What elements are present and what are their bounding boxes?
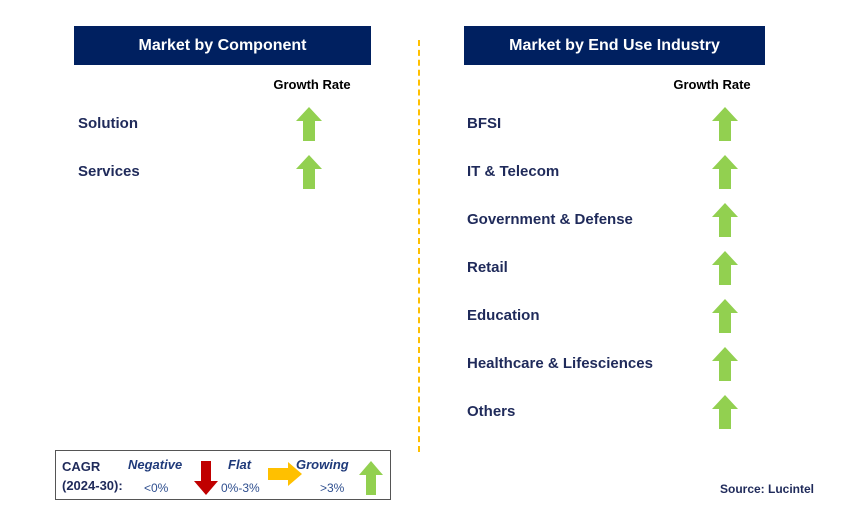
row-label: Services [78,163,140,180]
divider [418,40,420,452]
row-label: BFSI [467,115,502,132]
legend-growing-range: >3% [320,481,345,495]
legend-growing: Growing [296,457,349,472]
growth-up-arrow-icon [712,299,738,333]
row-label: Healthcare & Lifesciences [467,355,653,372]
legend-flat-range: 0%-3% [221,481,260,495]
row-label: Solution [78,115,138,132]
legend-period: (2024-30): [62,478,123,493]
growth-up-arrow-icon [712,347,738,381]
growth-up-arrow-icon [296,155,322,189]
row-label: Others [467,403,516,420]
row-label: Education [467,307,540,324]
legend-negative: Negative [128,457,183,472]
legend-negative-range: <0% [144,481,169,495]
source: Source: Lucintel [720,482,815,496]
down-arrow-icon [194,461,218,495]
up-arrow-icon [359,461,383,495]
row-label: Government & Defense [467,211,633,228]
row-label: Retail [467,259,508,276]
component-header: Market by Component [74,26,371,65]
legend-cagr: CAGR [62,459,101,474]
growth-rate-label: Growth Rate [273,77,351,92]
growth-rate-label: Growth Rate [673,77,751,92]
cagr-legend: CAGR (2024-30): Negative <0% Flat 0%-3% … [55,450,391,500]
growth-up-arrow-icon [712,395,738,429]
growth-up-arrow-icon [296,107,322,141]
growth-up-arrow-icon [712,155,738,189]
row-label: IT & Telecom [467,163,560,180]
growth-up-arrow-icon [712,251,738,285]
growth-up-arrow-icon [712,203,738,237]
end-use-header: Market by End Use Industry [464,26,765,65]
legend-flat: Flat [228,457,252,472]
growth-up-arrow-icon [712,107,738,141]
